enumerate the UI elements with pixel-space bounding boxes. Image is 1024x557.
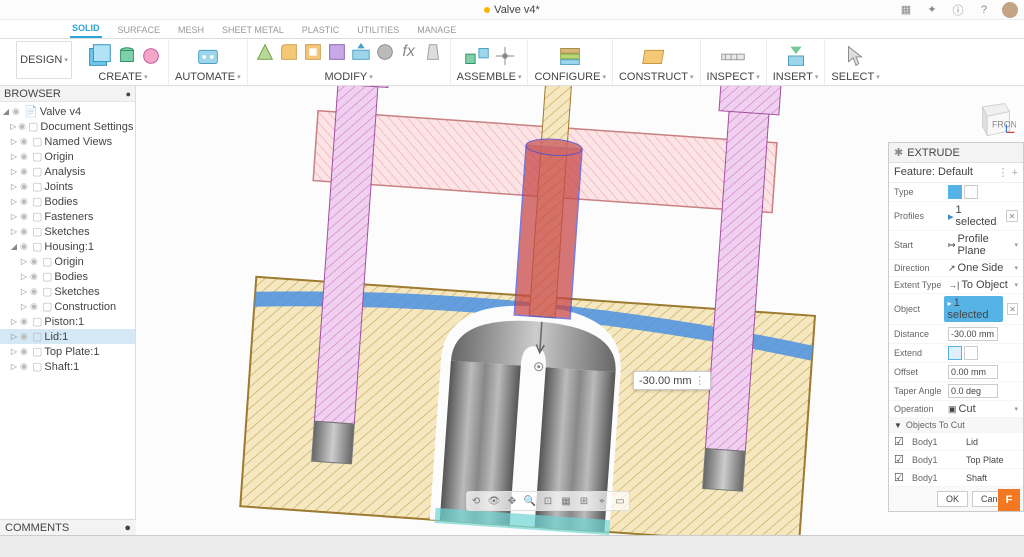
offset-input[interactable] (948, 365, 998, 379)
browser-tree: ◢◉📄Valve v4 ▷◉▢Document Settings▷◉▢Named… (0, 102, 135, 535)
clear-profiles-icon[interactable]: ✕ (1006, 210, 1018, 222)
tree-item[interactable]: ◢◉▢Housing:1 (0, 239, 135, 254)
tree-item[interactable]: ▷◉▢Named Views (0, 134, 135, 149)
cylinder-icon[interactable] (116, 45, 138, 67)
object-row[interactable]: Object▸ 1 selected✕ (889, 294, 1023, 325)
ok-button[interactable]: OK (937, 491, 968, 507)
tree-item[interactable]: ▷◉▢Top Plate:1 (0, 344, 135, 359)
tab-utilities[interactable]: UTILITIES (355, 22, 401, 38)
data-panel-icon[interactable]: ▦ (898, 2, 914, 18)
help-icon[interactable]: ? (976, 2, 992, 18)
automate-icon[interactable] (193, 41, 223, 71)
tree-item[interactable]: ▷◉▢Joints (0, 179, 135, 194)
direction-row[interactable]: Direction↗ One Side▾ (889, 260, 1023, 277)
assemble-icon[interactable] (462, 41, 492, 71)
model-view[interactable] (136, 86, 886, 535)
configure-icon[interactable] (555, 41, 585, 71)
fit-icon[interactable]: ⊡ (540, 493, 556, 509)
box-icon[interactable] (84, 41, 114, 71)
fusion-logo-icon: F (998, 489, 1020, 511)
browser-panel: BROWSER ● ◢◉📄Valve v4 ▷◉▢Document Setting… (0, 86, 136, 535)
construct-icon[interactable] (641, 41, 671, 71)
svg-text:FRONT: FRONT (992, 120, 1016, 130)
extent-row[interactable]: Extent Type→| To Object▾ (889, 277, 1023, 294)
tree-item[interactable]: ▷◉▢Lid:1 (0, 329, 135, 344)
taper-input[interactable] (948, 384, 998, 398)
tree-item[interactable]: ▷◉▢Origin (0, 149, 135, 164)
tree-item[interactable]: ▷◉▢Sketches (0, 284, 135, 299)
clear-object-icon[interactable]: ✕ (1007, 303, 1018, 315)
orbit-icon[interactable]: ⟲ (468, 493, 484, 509)
tab-mesh[interactable]: MESH (176, 22, 206, 38)
dimension-tooltip[interactable]: -30.00 mm ⋮ (633, 371, 711, 390)
view-icon[interactable]: ▭ (612, 493, 628, 509)
tree-root[interactable]: ◢◉📄Valve v4 (0, 104, 135, 119)
distance-input[interactable] (948, 327, 998, 341)
pan-icon[interactable]: ✥ (504, 493, 520, 509)
info-icon[interactable]: ⓘ (950, 2, 966, 18)
title-bar: Valve v4* ▦ ✦ ⓘ ? (0, 0, 1024, 20)
snap-icon[interactable]: ⌖ (594, 493, 610, 509)
design-workspace-button[interactable]: DESIGN▾ (16, 41, 72, 79)
ribbon-toolbar: DESIGN▾ CREATE▾ AUTOMATE▾ fx MODIFY▾ (0, 39, 1024, 86)
grid-icon[interactable]: ⊞ (576, 493, 592, 509)
browser-collapse-icon[interactable]: ● (126, 89, 131, 99)
document-title: Valve v4* (494, 4, 540, 16)
tree-item[interactable]: ▷◉▢Document Settings (0, 119, 135, 134)
start-row[interactable]: Start↦ Profile Plane▾ (889, 231, 1023, 260)
avatar[interactable] (1002, 2, 1018, 18)
tab-surface[interactable]: SURFACE (116, 22, 163, 38)
look-icon[interactable]: 👁 (486, 493, 502, 509)
workspace-tabs: SOLID SURFACE MESH SHEET METAL PLASTIC U… (0, 20, 1024, 39)
navigation-toolbar: ⟲ 👁 ✥ 🔍 ⊡ ▦ ⊞ ⌖ ▭ (466, 491, 630, 511)
extrude-panel: ✱EXTRUDE Feature: Default⋮ + Type Profil… (888, 142, 1024, 512)
insert-icon[interactable] (781, 41, 811, 71)
shell-icon[interactable] (302, 41, 324, 63)
tab-plastic[interactable]: PLASTIC (300, 22, 342, 38)
gear-icon[interactable]: ✱ (894, 146, 903, 159)
select-icon[interactable] (841, 41, 871, 71)
tree-item[interactable]: ▷◉▢Fasteners (0, 209, 135, 224)
feature-label: Feature: Default (894, 166, 973, 179)
tree-item[interactable]: ▷◉▢Bodies (0, 194, 135, 209)
tree-item[interactable]: ▷◉▢Sketches (0, 224, 135, 239)
inspect-icon[interactable] (718, 41, 748, 71)
zoom-icon[interactable]: 🔍 (522, 493, 538, 509)
cut-body-row[interactable]: ☑Body1Lid (889, 433, 1023, 451)
tree-item[interactable]: ▷◉▢Analysis (0, 164, 135, 179)
tree-item[interactable]: ▷◉▢Construction (0, 299, 135, 314)
tree-item[interactable]: ▷◉▢Bodies (0, 269, 135, 284)
tree-item[interactable]: ▷◉▢Shaft:1 (0, 359, 135, 374)
delete-icon[interactable] (422, 41, 444, 63)
operation-row[interactable]: Operation▣ Cut▾ (889, 401, 1023, 418)
tab-solid[interactable]: SOLID (70, 20, 102, 38)
canvas-viewport[interactable]: -30.00 mm ⋮ FRONT ✱ EXTRUDE Feature: Defa… (136, 86, 1024, 535)
joint-icon[interactable] (494, 45, 516, 67)
sphere-icon[interactable] (140, 45, 162, 67)
appearance-icon[interactable] (374, 41, 396, 63)
extrude-modify-icon[interactable] (350, 41, 372, 63)
tab-manage[interactable]: MANAGE (415, 22, 458, 38)
browser-title: BROWSER (4, 88, 61, 100)
tree-item[interactable]: ▷◉▢Origin (0, 254, 135, 269)
profiles-row[interactable]: Profiles▸1 selected✕ (889, 202, 1023, 231)
viewcube[interactable]: FRONT (968, 94, 1016, 142)
parameters-icon[interactable]: fx (398, 41, 420, 63)
cut-body-row[interactable]: ☑Body1Shaft (889, 469, 1023, 487)
display-icon[interactable]: ▦ (558, 493, 574, 509)
timeline-bar[interactable] (0, 535, 1024, 557)
fillet-icon[interactable] (278, 41, 300, 63)
cut-body-row[interactable]: ☑Body1Top Plate (889, 451, 1023, 469)
comments-panel-header[interactable]: COMMENTS● (0, 519, 136, 535)
tree-item[interactable]: ▷◉▢Piston:1 (0, 314, 135, 329)
align-icon[interactable] (326, 41, 348, 63)
notifications-icon[interactable]: ✦ (924, 2, 940, 18)
unsaved-dot-icon (484, 7, 490, 13)
tab-sheet[interactable]: SHEET METAL (220, 22, 286, 38)
panel-title: EXTRUDE (907, 147, 960, 159)
press-pull-icon[interactable] (254, 41, 276, 63)
